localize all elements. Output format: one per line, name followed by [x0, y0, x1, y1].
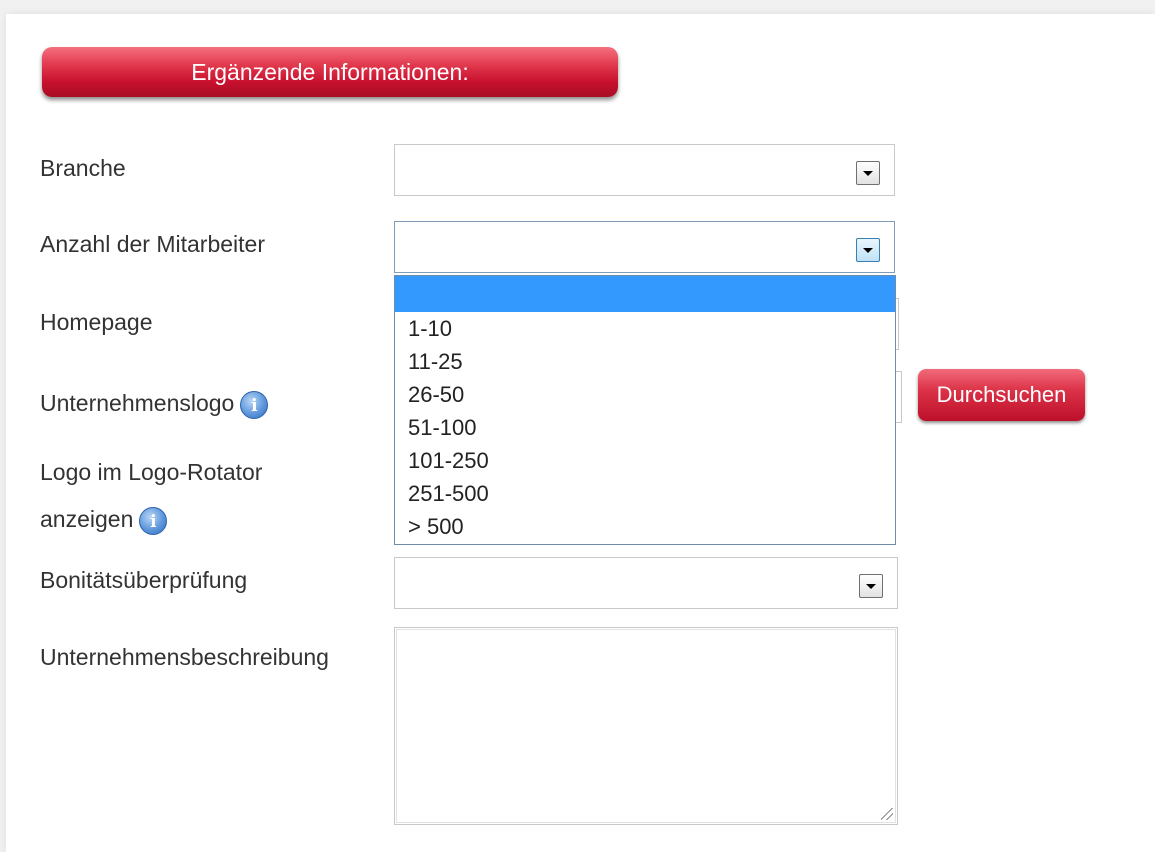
mitarbeiter-label: Anzahl der Mitarbeiter: [40, 231, 265, 257]
section-title: Ergänzende Informationen:: [191, 58, 469, 85]
section-header-button[interactable]: Ergänzende Informationen:: [42, 47, 618, 97]
chevron-down-icon[interactable]: [856, 238, 880, 262]
chevron-down-icon[interactable]: [856, 161, 880, 185]
bonitaet-label: Bonitätsüberprüfung: [40, 567, 248, 593]
branche-select[interactable]: [394, 144, 895, 196]
dropdown-option[interactable]: 26-50: [395, 378, 895, 411]
logo-label: Unternehmenslogo: [40, 390, 235, 416]
dropdown-option[interactable]: 51-100: [395, 411, 895, 444]
homepage-label: Homepage: [40, 309, 153, 335]
dropdown-option[interactable]: 1-10: [395, 312, 895, 345]
info-icon[interactable]: i: [139, 506, 168, 535]
bonitaet-select[interactable]: [394, 557, 898, 609]
branche-label: Branche: [40, 155, 126, 181]
dropdown-option[interactable]: 11-25: [395, 345, 895, 378]
dropdown-option[interactable]: > 500: [395, 510, 895, 543]
dropdown-option[interactable]: 101-250: [395, 444, 895, 477]
dropdown-option[interactable]: 251-500: [395, 477, 895, 510]
browse-button-label: Durchsuchen: [936, 382, 1067, 407]
rotator-label-line2: anzeigen: [40, 506, 134, 532]
beschreibung-label: Unternehmensbeschreibung: [40, 644, 329, 670]
rotator-label-row2: anzeigen i: [40, 502, 168, 536]
mitarbeiter-dropdown-list[interactable]: 1-10 11-25 26-50 51-100 101-250 251-500 …: [394, 275, 896, 545]
info-icon[interactable]: i: [240, 390, 269, 419]
rotator-label-line1: Logo im Logo-Rotator: [40, 459, 263, 485]
beschreibung-textarea[interactable]: [394, 627, 898, 825]
dropdown-option[interactable]: [395, 276, 895, 312]
browse-button[interactable]: Durchsuchen: [918, 369, 1085, 421]
mitarbeiter-select[interactable]: [394, 221, 895, 273]
logo-label-row: Unternehmenslogo i: [40, 386, 269, 420]
chevron-down-icon[interactable]: [859, 574, 883, 598]
resize-grip-icon[interactable]: [881, 808, 893, 820]
